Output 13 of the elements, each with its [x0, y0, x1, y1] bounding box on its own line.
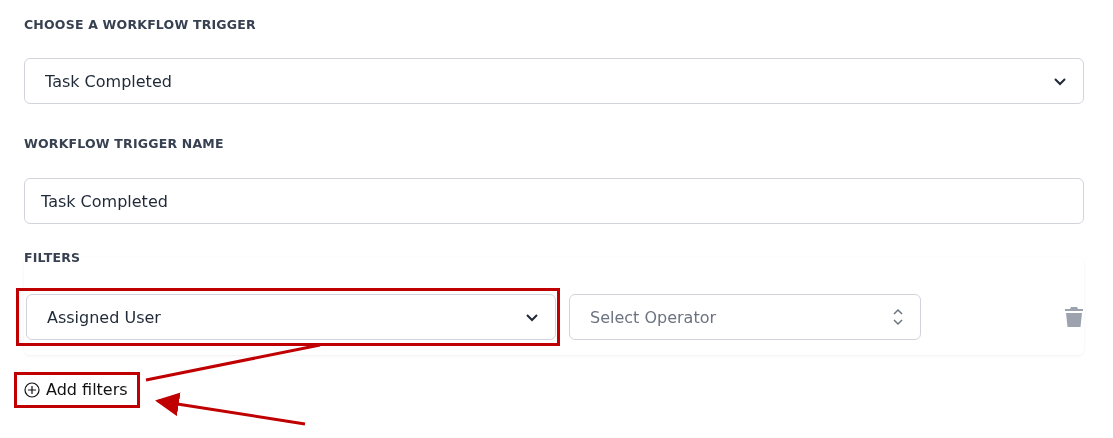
field-label: FILTERS — [24, 250, 82, 265]
filter-field-select[interactable]: Assigned User — [26, 294, 556, 340]
trigger-select[interactable]: Task Completed — [24, 58, 1084, 104]
trash-icon[interactable] — [1064, 306, 1084, 328]
field-label: CHOOSE A WORKFLOW TRIGGER — [24, 17, 257, 32]
add-filters-button[interactable]: Add filters — [14, 372, 140, 408]
chevron-down-icon — [525, 312, 539, 322]
trigger-name-input[interactable]: Task Completed — [24, 178, 1084, 224]
chevron-down-icon — [1053, 76, 1067, 86]
updown-icon — [892, 307, 904, 327]
operator-select[interactable]: Select Operator — [569, 294, 921, 340]
field-label: WORKFLOW TRIGGER NAME — [24, 136, 225, 151]
plus-circle-icon — [24, 381, 40, 398]
